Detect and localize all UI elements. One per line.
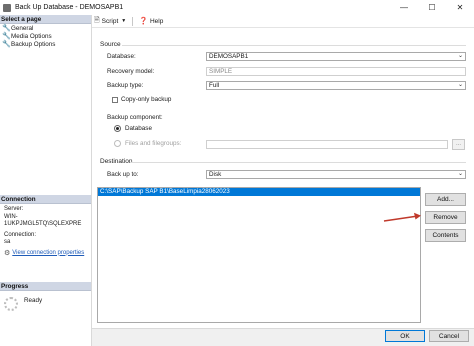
select-page-header: Select a page — [0, 15, 91, 24]
backup-type-label: Backup type: — [107, 82, 144, 89]
database-label: Database: — [107, 53, 136, 60]
connection-section: Connection Server: WIN-1UKPJMGL5TQ\SQLEX… — [0, 195, 91, 259]
radio-unselected-icon — [114, 140, 121, 147]
remove-button[interactable]: Remove — [425, 211, 466, 224]
copy-only-label: Copy-only backup — [121, 96, 172, 103]
recovery-model-label: Recovery model: — [107, 68, 155, 75]
list-item[interactable]: C:\SAP\Backup SAP B1\BaseLimpia28062023 — [98, 188, 420, 196]
annotation-arrow-icon — [383, 212, 421, 222]
script-button[interactable]: 🗎 Script ▼ — [94, 16, 126, 27]
page-item-label: General — [11, 24, 34, 32]
files-filegroups-field — [206, 140, 448, 149]
backup-component-label: Backup component: — [107, 114, 163, 121]
help-button[interactable]: ❓ Help — [139, 17, 164, 26]
maximize-button[interactable]: ☐ — [418, 0, 446, 15]
ok-button[interactable]: OK — [385, 330, 425, 342]
wrench-icon: 🔧 — [2, 33, 11, 40]
server-value: WIN-1UKPJMGL5TQ\SQLEXPRE — [4, 213, 82, 228]
progress-status: Ready — [24, 297, 43, 304]
page-item-label: Media Options — [11, 32, 52, 40]
backup-type-value: Full — [209, 82, 220, 89]
window-controls: — ☐ ✕ — [390, 0, 474, 15]
server-label: Server: — [4, 206, 24, 212]
connection-value: sa — [4, 239, 11, 245]
destination-group-label: Destination — [100, 158, 133, 165]
add-button[interactable]: Add... — [425, 193, 466, 206]
copy-only-checkbox[interactable]: Copy-only backup — [112, 96, 171, 103]
script-icon: 🗎 — [94, 16, 100, 24]
chevron-down-icon: ▼ — [121, 18, 127, 24]
component-files-radio[interactable]: Files and filegroups: — [114, 140, 181, 147]
app-icon — [3, 3, 11, 12]
view-connection-properties-label: View connection properties — [12, 249, 85, 256]
connection-header: Connection — [0, 195, 91, 204]
source-group-label: Source — [100, 41, 121, 48]
backup-type-select[interactable]: Full ⌄ — [206, 81, 466, 90]
back-up-to-label: Back up to: — [107, 171, 139, 178]
checkbox-box — [112, 96, 118, 103]
chevron-down-icon: ⌄ — [457, 82, 463, 88]
radio-selected-icon — [114, 125, 121, 132]
toolbar: 🗎 Script ▼ ❓ Help — [92, 15, 474, 28]
back-up-to-select[interactable]: Disk ⌄ — [206, 170, 466, 179]
progress-header: Progress — [0, 282, 91, 291]
destination-divider — [130, 162, 466, 163]
destination-list[interactable]: C:\SAP\Backup SAP B1\BaseLimpia28062023 — [97, 187, 421, 323]
progress-section: Progress Ready — [0, 282, 91, 317]
connection-label: Connection: — [4, 231, 37, 238]
wrench-icon: 🔧 — [2, 25, 11, 32]
title-bar: Back Up Database - DEMOSAPB1 — ☐ ✕ — [0, 0, 474, 15]
database-select[interactable]: DEMOSAPB1 ⌄ — [206, 52, 466, 61]
chevron-down-icon: ⌄ — [457, 171, 463, 177]
component-files-label: Files and filegroups: — [125, 140, 182, 147]
close-button[interactable]: ✕ — [446, 0, 474, 15]
source-divider — [122, 45, 466, 46]
wrench-icon: 🔧 — [2, 41, 11, 48]
help-label: Help — [149, 17, 164, 25]
toolbar-separator — [132, 16, 134, 26]
view-connection-properties-link[interactable]: ⚙ View connection properties — [4, 250, 87, 258]
cancel-button[interactable]: Cancel — [429, 330, 469, 342]
left-pane: Select a page 🔧 General 🔧 Media Options … — [0, 15, 92, 346]
component-database-label: Database — [125, 125, 152, 132]
help-icon: ❓ — [139, 18, 148, 25]
back-up-to-value: Disk — [209, 171, 222, 178]
page-item-media-options[interactable]: 🔧 Media Options — [0, 32, 91, 41]
page-item-general[interactable]: 🔧 General — [0, 24, 91, 33]
recovery-model-field: SIMPLE — [206, 67, 466, 76]
contents-button[interactable]: Contents — [425, 229, 466, 242]
progress-spinner-icon — [4, 297, 18, 311]
chevron-down-icon: ⌄ — [457, 53, 463, 59]
connection-properties-icon: ⚙ — [4, 249, 11, 257]
recovery-model-value: SIMPLE — [209, 68, 233, 75]
browse-button[interactable]: ... — [452, 139, 465, 150]
minimize-button[interactable]: — — [390, 0, 418, 15]
page-item-backup-options[interactable]: 🔧 Backup Options — [0, 40, 91, 49]
database-value: DEMOSAPB1 — [209, 53, 249, 60]
component-database-radio[interactable]: Database — [114, 125, 152, 132]
script-label: Script — [101, 17, 119, 25]
window-title: Back Up Database - DEMOSAPB1 — [15, 4, 124, 11]
page-item-label: Backup Options — [11, 40, 56, 48]
